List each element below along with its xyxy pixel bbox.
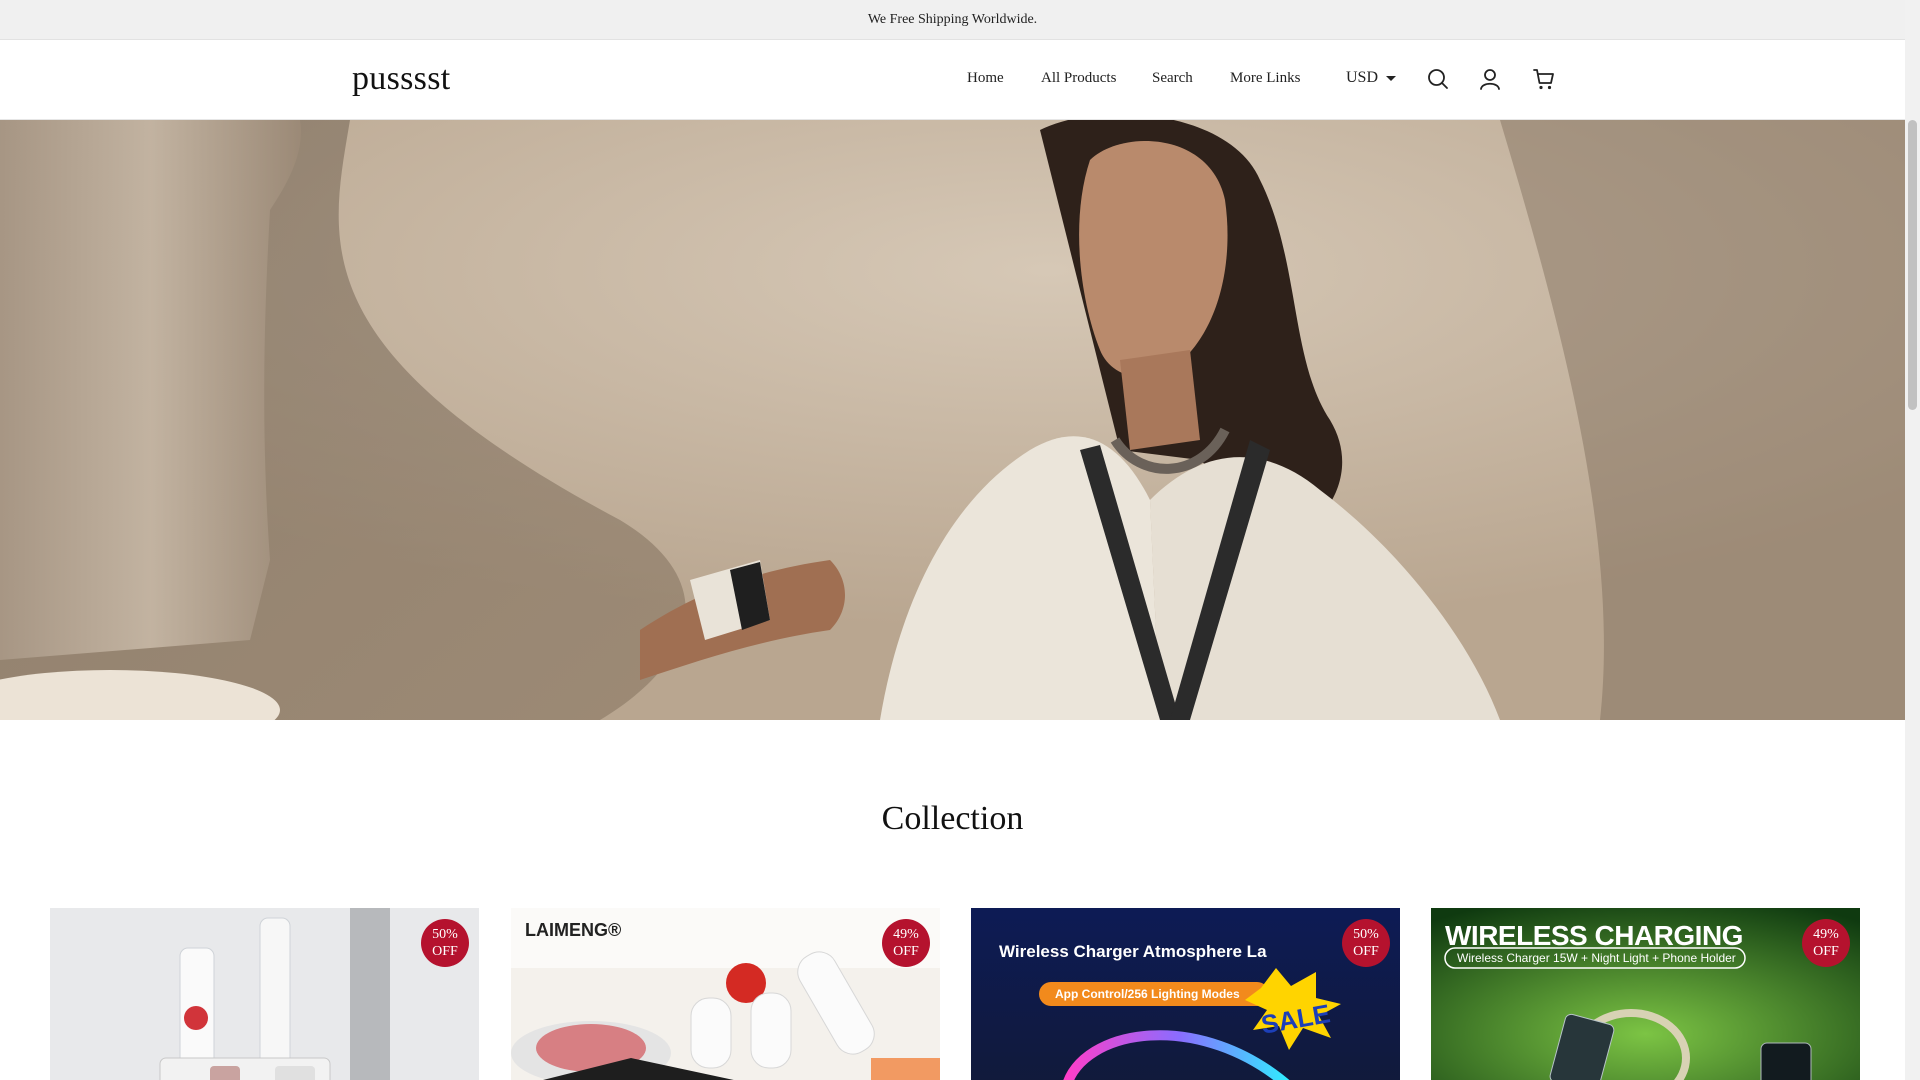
product-heading: Wireless Charger Atmosphere La [999,942,1267,961]
discount-off-label: OFF [1353,944,1379,959]
product-heading: WIRELESS CHARGING [1445,920,1743,951]
discount-percent: 49% [1813,927,1839,942]
announcement-text: We Free Shipping Worldwide. [867,11,1038,27]
product-image-toothpaste-dispenser [50,908,479,1080]
product-subheading: App Control/256 Lighting Modes [1055,987,1240,1001]
hero-banner[interactable] [0,120,1905,720]
currency-selector[interactable]: USD [1346,69,1397,87]
discount-off-label: OFF [893,944,919,959]
product-card[interactable]: LAIMENG® 49% OFF [511,908,940,1080]
scrollbar-thumb[interactable] [1908,120,1917,410]
product-card[interactable]: WIRELESS CHARGING Wireless Charger 15W +… [1431,908,1860,1080]
hero-image [0,120,1905,720]
nav-all-products[interactable]: All Products [1041,70,1116,87]
nav-more-links[interactable]: More Links [1230,70,1300,87]
brand-label: LAIMENG® [525,920,622,940]
nav-home[interactable]: Home [967,70,1004,87]
collection-title: Collection [881,800,1024,837]
site-header: pusssst Home All Products Search More Li… [0,40,1905,120]
cart-icon[interactable] [1531,66,1557,92]
store-logo[interactable]: pusssst [352,60,450,98]
product-card[interactable]: Wireless Charger Atmosphere La App Contr… [971,908,1400,1080]
discount-badge: 50% OFF [1342,919,1390,967]
product-card[interactable]: 50% OFF [50,908,479,1080]
discount-percent: 49% [893,927,919,942]
product-subheading: Wireless Charger 15W + Night Light + Pho… [1457,951,1736,965]
announcement-bar: We Free Shipping Worldwide. [0,0,1905,40]
discount-badge: 50% OFF [421,919,469,967]
discount-badge: 49% OFF [882,919,930,967]
discount-badge: 49% OFF [1802,919,1850,967]
discount-percent: 50% [1353,927,1379,942]
discount-off-label: OFF [1813,944,1839,959]
account-icon[interactable] [1477,66,1503,92]
page-scrollbar[interactable] [1905,0,1920,1080]
nav-search[interactable]: Search [1152,70,1193,87]
discount-percent: 50% [432,927,458,942]
currency-value: USD [1346,69,1379,86]
discount-off-label: OFF [432,944,458,959]
search-icon[interactable] [1425,66,1451,92]
caret-down-icon [1386,75,1397,81]
